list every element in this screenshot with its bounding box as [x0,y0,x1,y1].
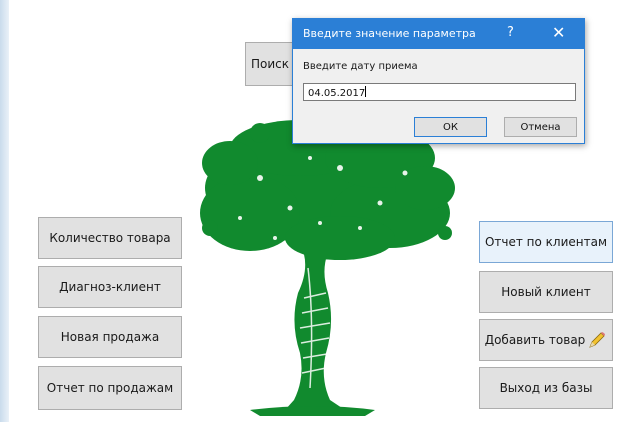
date-input[interactable]: 04.05.2017 [303,83,576,101]
date-input-value: 04.05.2017 [308,88,366,99]
new-sale-button[interactable]: Новая продажа [38,316,182,358]
dialog-prompt-label: Введите дату приема [303,61,418,72]
tree-illustration [200,120,455,416]
diagnosis-client-button[interactable]: Диагноз-клиент [38,266,182,308]
new-client-button[interactable]: Новый клиент [479,271,613,313]
text-caret [365,86,367,97]
product-count-button[interactable]: Количество товара [38,217,182,259]
window-edge [0,0,9,422]
dialog-titlebar[interactable]: Введите значение параметра ? ✕ [293,19,584,49]
add-product-button[interactable]: Добавить товар [479,319,613,361]
help-icon[interactable]: ? [507,25,514,40]
sales-report-button[interactable]: Отчет по продажам [38,366,182,410]
dialog-title: Введите значение параметра [303,27,476,40]
add-product-label: Добавить товар [484,333,586,347]
exit-database-button[interactable]: Выход из базы [479,367,613,409]
close-icon[interactable]: ✕ [552,23,565,42]
parameter-dialog: Введите значение параметра ? ✕ Введите д… [292,18,585,144]
client-report-button[interactable]: Отчет по клиентам [479,221,613,263]
ok-button[interactable]: ОК [414,117,487,137]
cancel-button[interactable]: Отмена [504,117,577,137]
pencil-icon [589,332,606,348]
